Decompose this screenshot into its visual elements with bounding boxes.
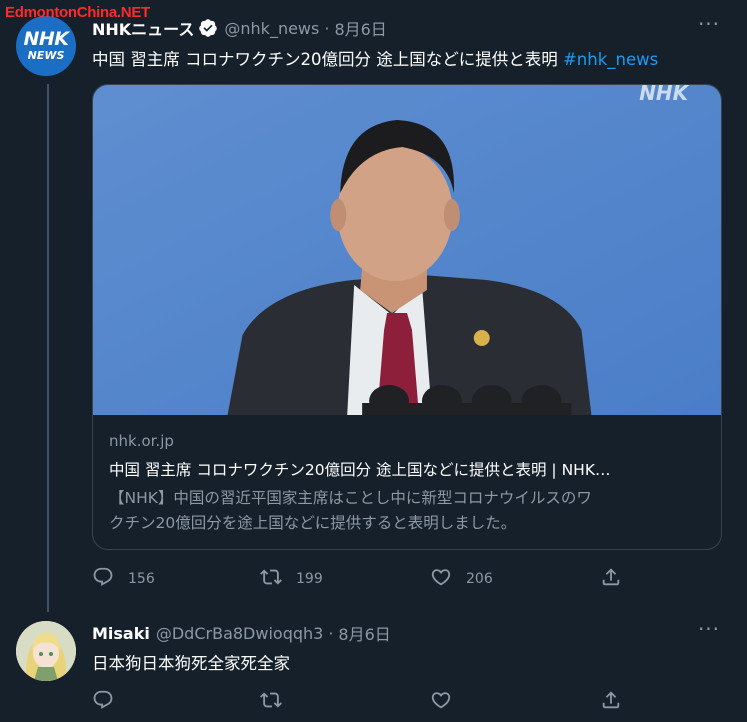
retweet-button[interactable]: 199 <box>260 566 430 592</box>
card-title: 中国 習主席 コロナワクチン20億回分 途上国などに提供と表明 | NHK… <box>109 461 611 479</box>
retweet-count: 199 <box>296 571 323 587</box>
watermark: EdmontonChina.NET <box>5 4 150 21</box>
user-handle[interactable]: @DdCrBa8Dwioqqh3 <box>156 624 323 643</box>
card-description: 【NHK】中国の習近平国家主席はことし中に新型コロナウイルスのワ クチン20億回… <box>109 486 705 536</box>
avatar[interactable] <box>16 621 76 681</box>
avatar-logo-line1: NHK <box>23 28 69 50</box>
like-count: 206 <box>466 571 493 587</box>
card-meta: nhk.or.jp 中国 習主席 コロナワクチン20億回分 途上国などに提供と表… <box>109 432 705 536</box>
share-button[interactable] <box>600 566 622 592</box>
user-handle[interactable]: @nhk_news <box>224 19 319 38</box>
card-description-line: 【NHK】中国の習近平国家主席はことし中に新型コロナウイルスのワ <box>109 489 592 507</box>
reply-button[interactable]: 156 <box>92 566 260 592</box>
retweet-icon <box>260 566 282 592</box>
retweet-icon <box>260 689 282 715</box>
tweet-body: 日本狗日本狗死全家死全家 <box>92 654 290 673</box>
reply-button[interactable] <box>92 689 260 715</box>
display-name[interactable]: Misaki <box>92 624 150 643</box>
tweet-date[interactable]: 8月6日 <box>338 621 390 645</box>
tweet-actions <box>92 690 632 714</box>
card-domain: nhk.or.jp <box>109 432 174 450</box>
reply-count: 156 <box>128 571 155 587</box>
hashtag-link[interactable]: #nhk_news <box>563 50 658 69</box>
retweet-button[interactable] <box>260 689 430 715</box>
share-icon <box>600 566 622 592</box>
heart-icon <box>430 689 452 715</box>
avatar[interactable]: NHK NEWS <box>16 16 76 76</box>
like-button[interactable]: 206 <box>430 566 600 592</box>
separator-dot: · <box>324 18 330 38</box>
thread-connector-line <box>47 84 49 612</box>
tweet-body: 中国 習主席 コロナワクチン20億回分 途上国などに提供と表明 <box>92 50 558 69</box>
verified-badge-icon <box>198 18 218 38</box>
news-photo: NHK <box>93 85 721 415</box>
heart-icon <box>430 566 452 592</box>
tweet-text: 中国 習主席 コロナワクチン20億回分 途上国などに提供と表明 #nhk_new… <box>92 46 658 70</box>
tweet-header: Misaki @DdCrBa8Dwioqqh3 · 8月6日 <box>92 621 391 645</box>
share-icon <box>600 689 622 715</box>
link-preview-card[interactable]: NHK nhk.or.jp 中国 習主席 コロナワクチン20億回分 途上国などに… <box>92 84 722 550</box>
tweet-text: 日本狗日本狗死全家死全家 <box>92 650 290 674</box>
tweet-actions: 156 199 206 <box>92 567 632 591</box>
separator-dot: · <box>328 623 334 643</box>
like-button[interactable] <box>430 689 600 715</box>
card-description-line: クチン20億回分を途上国などに提供すると表明しました。 <box>109 514 517 532</box>
share-button[interactable] <box>600 689 622 715</box>
more-options-icon[interactable]: ··· <box>697 14 721 42</box>
reply-icon <box>92 566 114 592</box>
avatar-logo-line2: NEWS <box>27 49 65 62</box>
nhk-logo-watermark: NHK <box>639 85 689 105</box>
more-options-icon[interactable]: ··· <box>697 619 721 647</box>
reply-icon <box>92 689 114 715</box>
tweet-date[interactable]: 8月6日 <box>334 16 386 40</box>
